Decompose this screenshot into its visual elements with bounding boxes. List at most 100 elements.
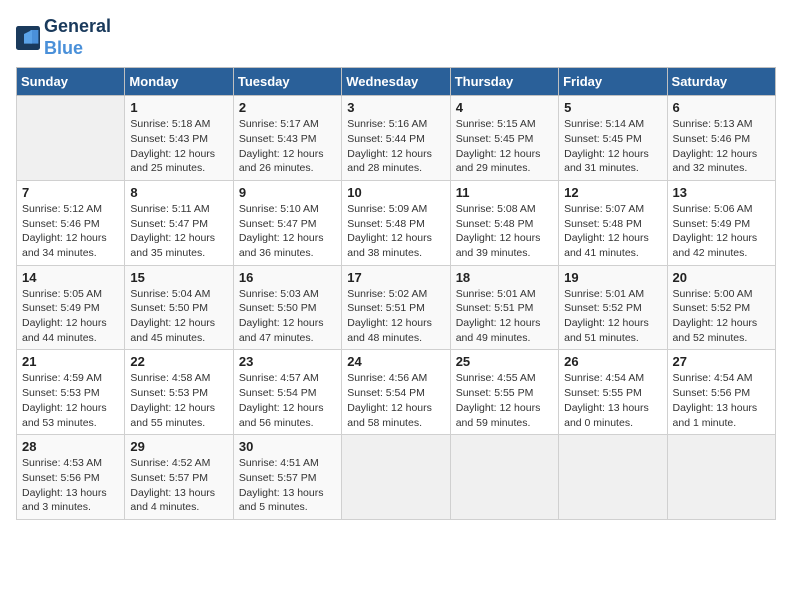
day-number: 13 bbox=[673, 185, 770, 200]
calendar-cell: 4 Sunrise: 5:15 AM Sunset: 5:45 PM Daylig… bbox=[450, 96, 558, 181]
day-number: 18 bbox=[456, 270, 553, 285]
day-info: Sunrise: 5:06 AM Sunset: 5:49 PM Dayligh… bbox=[673, 202, 770, 261]
day-info: Sunrise: 5:01 AM Sunset: 5:51 PM Dayligh… bbox=[456, 287, 553, 346]
logo: General Blue bbox=[16, 16, 111, 59]
weekday-header: Thursday bbox=[450, 68, 558, 96]
day-info: Sunrise: 5:17 AM Sunset: 5:43 PM Dayligh… bbox=[239, 117, 336, 176]
logo-icon bbox=[16, 26, 40, 50]
calendar-cell bbox=[450, 435, 558, 520]
calendar-cell: 5 Sunrise: 5:14 AM Sunset: 5:45 PM Daylig… bbox=[559, 96, 667, 181]
calendar-table: SundayMondayTuesdayWednesdayThursdayFrid… bbox=[16, 67, 776, 520]
day-number: 20 bbox=[673, 270, 770, 285]
day-number: 29 bbox=[130, 439, 227, 454]
calendar-cell: 6 Sunrise: 5:13 AM Sunset: 5:46 PM Daylig… bbox=[667, 96, 775, 181]
day-info: Sunrise: 4:58 AM Sunset: 5:53 PM Dayligh… bbox=[130, 371, 227, 430]
calendar-cell: 1 Sunrise: 5:18 AM Sunset: 5:43 PM Daylig… bbox=[125, 96, 233, 181]
calendar-cell: 26Sunrise: 4:54 AM Sunset: 5:55 PM Dayli… bbox=[559, 350, 667, 435]
weekday-header: Tuesday bbox=[233, 68, 341, 96]
calendar-cell: 27 Sunrise: 4:54 AM Sunset: 5:56 PM Dayli… bbox=[667, 350, 775, 435]
day-number: 19 bbox=[564, 270, 661, 285]
calendar-cell: 9 Sunrise: 5:10 AM Sunset: 5:47 PM Daylig… bbox=[233, 180, 341, 265]
calendar-cell: 11 Sunrise: 5:08 AM Sunset: 5:48 PM Dayli… bbox=[450, 180, 558, 265]
calendar-cell: 17 Sunrise: 5:02 AM Sunset: 5:51 PM Dayli… bbox=[342, 265, 450, 350]
weekday-header: Saturday bbox=[667, 68, 775, 96]
calendar-cell: 16Sunrise: 5:03 AM Sunset: 5:50 PM Dayli… bbox=[233, 265, 341, 350]
calendar-week-row: 7 Sunrise: 5:12 AM Sunset: 5:46 PM Daylig… bbox=[17, 180, 776, 265]
day-number: 25 bbox=[456, 354, 553, 369]
day-info: Sunrise: 4:56 AM Sunset: 5:54 PM Dayligh… bbox=[347, 371, 444, 430]
calendar-cell: 30 Sunrise: 4:51 AM Sunset: 5:57 PM Dayli… bbox=[233, 435, 341, 520]
day-number: 15 bbox=[130, 270, 227, 285]
calendar-cell bbox=[667, 435, 775, 520]
calendar-cell: 2Sunrise: 5:17 AM Sunset: 5:43 PM Daylig… bbox=[233, 96, 341, 181]
day-info: Sunrise: 4:55 AM Sunset: 5:55 PM Dayligh… bbox=[456, 371, 553, 430]
calendar-week-row: 14Sunrise: 5:05 AM Sunset: 5:49 PM Dayli… bbox=[17, 265, 776, 350]
weekday-header: Friday bbox=[559, 68, 667, 96]
day-number: 8 bbox=[130, 185, 227, 200]
day-info: Sunrise: 4:51 AM Sunset: 5:57 PM Dayligh… bbox=[239, 456, 336, 515]
day-number: 6 bbox=[673, 100, 770, 115]
weekday-header: Monday bbox=[125, 68, 233, 96]
day-number: 7 bbox=[22, 185, 119, 200]
day-number: 10 bbox=[347, 185, 444, 200]
calendar-cell: 25 Sunrise: 4:55 AM Sunset: 5:55 PM Dayli… bbox=[450, 350, 558, 435]
page-header: General Blue bbox=[16, 16, 776, 59]
calendar-cell: 22Sunrise: 4:58 AM Sunset: 5:53 PM Dayli… bbox=[125, 350, 233, 435]
day-info: Sunrise: 4:57 AM Sunset: 5:54 PM Dayligh… bbox=[239, 371, 336, 430]
day-number: 27 bbox=[673, 354, 770, 369]
day-info: Sunrise: 4:54 AM Sunset: 5:55 PM Dayligh… bbox=[564, 371, 661, 430]
calendar-cell: 23Sunrise: 4:57 AM Sunset: 5:54 PM Dayli… bbox=[233, 350, 341, 435]
day-number: 1 bbox=[130, 100, 227, 115]
day-info: Sunrise: 5:16 AM Sunset: 5:44 PM Dayligh… bbox=[347, 117, 444, 176]
calendar-cell: 3 Sunrise: 5:16 AM Sunset: 5:44 PM Daylig… bbox=[342, 96, 450, 181]
day-number: 12 bbox=[564, 185, 661, 200]
day-info: Sunrise: 5:03 AM Sunset: 5:50 PM Dayligh… bbox=[239, 287, 336, 346]
day-info: Sunrise: 5:12 AM Sunset: 5:46 PM Dayligh… bbox=[22, 202, 119, 261]
calendar-cell: 20 Sunrise: 5:00 AM Sunset: 5:52 PM Dayli… bbox=[667, 265, 775, 350]
day-info: Sunrise: 5:01 AM Sunset: 5:52 PM Dayligh… bbox=[564, 287, 661, 346]
calendar-cell: 19 Sunrise: 5:01 AM Sunset: 5:52 PM Dayli… bbox=[559, 265, 667, 350]
logo-line2: Blue bbox=[44, 38, 111, 60]
day-info: Sunrise: 5:10 AM Sunset: 5:47 PM Dayligh… bbox=[239, 202, 336, 261]
calendar-cell: 10 Sunrise: 5:09 AM Sunset: 5:48 PM Dayli… bbox=[342, 180, 450, 265]
day-number: 4 bbox=[456, 100, 553, 115]
day-info: Sunrise: 5:02 AM Sunset: 5:51 PM Dayligh… bbox=[347, 287, 444, 346]
calendar-body: 1 Sunrise: 5:18 AM Sunset: 5:43 PM Daylig… bbox=[17, 96, 776, 520]
day-info: Sunrise: 5:00 AM Sunset: 5:52 PM Dayligh… bbox=[673, 287, 770, 346]
day-info: Sunrise: 5:11 AM Sunset: 5:47 PM Dayligh… bbox=[130, 202, 227, 261]
calendar-cell: 29 Sunrise: 4:52 AM Sunset: 5:57 PM Dayli… bbox=[125, 435, 233, 520]
day-number: 24 bbox=[347, 354, 444, 369]
day-info: Sunrise: 5:18 AM Sunset: 5:43 PM Dayligh… bbox=[130, 117, 227, 176]
weekday-header: Sunday bbox=[17, 68, 125, 96]
calendar-cell: 13 Sunrise: 5:06 AM Sunset: 5:49 PM Dayli… bbox=[667, 180, 775, 265]
day-info: Sunrise: 5:04 AM Sunset: 5:50 PM Dayligh… bbox=[130, 287, 227, 346]
calendar-cell: 7 Sunrise: 5:12 AM Sunset: 5:46 PM Daylig… bbox=[17, 180, 125, 265]
day-number: 9 bbox=[239, 185, 336, 200]
calendar-week-row: 1 Sunrise: 5:18 AM Sunset: 5:43 PM Daylig… bbox=[17, 96, 776, 181]
day-info: Sunrise: 5:08 AM Sunset: 5:48 PM Dayligh… bbox=[456, 202, 553, 261]
day-info: Sunrise: 4:54 AM Sunset: 5:56 PM Dayligh… bbox=[673, 371, 770, 430]
day-number: 17 bbox=[347, 270, 444, 285]
day-number: 5 bbox=[564, 100, 661, 115]
day-info: Sunrise: 5:09 AM Sunset: 5:48 PM Dayligh… bbox=[347, 202, 444, 261]
day-info: Sunrise: 5:15 AM Sunset: 5:45 PM Dayligh… bbox=[456, 117, 553, 176]
calendar-header: SundayMondayTuesdayWednesdayThursdayFrid… bbox=[17, 68, 776, 96]
calendar-cell: 28Sunrise: 4:53 AM Sunset: 5:56 PM Dayli… bbox=[17, 435, 125, 520]
day-number: 11 bbox=[456, 185, 553, 200]
weekday-header: Wednesday bbox=[342, 68, 450, 96]
day-info: Sunrise: 5:07 AM Sunset: 5:48 PM Dayligh… bbox=[564, 202, 661, 261]
day-number: 30 bbox=[239, 439, 336, 454]
logo-line1: General bbox=[44, 16, 111, 38]
calendar-cell: 15 Sunrise: 5:04 AM Sunset: 5:50 PM Dayli… bbox=[125, 265, 233, 350]
day-info: Sunrise: 4:53 AM Sunset: 5:56 PM Dayligh… bbox=[22, 456, 119, 515]
calendar-cell: 12 Sunrise: 5:07 AM Sunset: 5:48 PM Dayli… bbox=[559, 180, 667, 265]
weekday-row: SundayMondayTuesdayWednesdayThursdayFrid… bbox=[17, 68, 776, 96]
day-info: Sunrise: 5:13 AM Sunset: 5:46 PM Dayligh… bbox=[673, 117, 770, 176]
day-info: Sunrise: 5:14 AM Sunset: 5:45 PM Dayligh… bbox=[564, 117, 661, 176]
calendar-cell: 18 Sunrise: 5:01 AM Sunset: 5:51 PM Dayli… bbox=[450, 265, 558, 350]
day-number: 3 bbox=[347, 100, 444, 115]
calendar-cell: 14Sunrise: 5:05 AM Sunset: 5:49 PM Dayli… bbox=[17, 265, 125, 350]
day-info: Sunrise: 4:52 AM Sunset: 5:57 PM Dayligh… bbox=[130, 456, 227, 515]
calendar-week-row: 28Sunrise: 4:53 AM Sunset: 5:56 PM Dayli… bbox=[17, 435, 776, 520]
calendar-cell: 21Sunrise: 4:59 AM Sunset: 5:53 PM Dayli… bbox=[17, 350, 125, 435]
